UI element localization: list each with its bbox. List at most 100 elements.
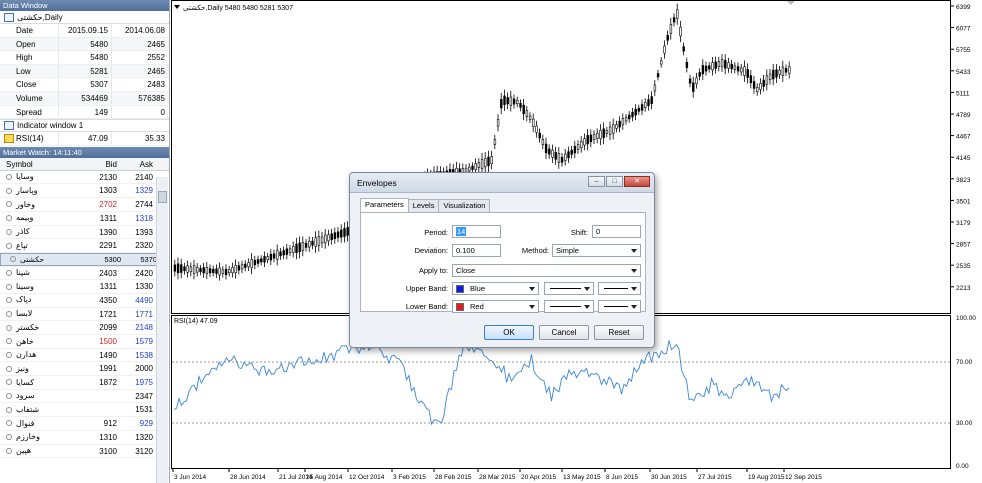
- table-row[interactable]: هپین 3100 3120: [0, 445, 169, 459]
- table-row[interactable]: کسایا 1872 1975: [0, 376, 169, 390]
- lower-band-width-select[interactable]: [598, 300, 641, 313]
- candle-body: [570, 149, 573, 155]
- candle-body: [314, 237, 317, 247]
- candle-body: [180, 264, 183, 273]
- candle-body: [605, 130, 609, 134]
- candle-body: [196, 267, 199, 273]
- table-row[interactable]: سرود 2347: [0, 390, 169, 404]
- market-watch-header[interactable]: Symbol Bid Ask: [0, 157, 169, 171]
- close-button[interactable]: ✕: [624, 176, 650, 187]
- tab-parameters[interactable]: Parameters: [360, 198, 409, 212]
- candle-body: [740, 67, 743, 73]
- status-dot-icon: [6, 324, 12, 331]
- upper-band-width-select[interactable]: [598, 282, 641, 295]
- lower-band-style-select[interactable]: [544, 300, 594, 313]
- date-tick-label: 25 Aug 2014: [306, 474, 343, 481]
- table-row[interactable]: شپنا 2403 2420: [0, 267, 169, 281]
- candle-body: [762, 79, 765, 87]
- price-tick-label: 6399: [956, 4, 971, 11]
- date-tick-label: 27 Jul 2015: [698, 474, 732, 481]
- maximize-button[interactable]: □: [606, 176, 623, 187]
- candle-body: [544, 143, 548, 154]
- method-select[interactable]: Simple: [552, 244, 641, 257]
- candle-body: [698, 72, 701, 77]
- table-row[interactable]: وسینا 1311 1330: [0, 280, 169, 294]
- upper-band-style-select[interactable]: [544, 282, 594, 295]
- tab-visualization[interactable]: Visualization: [438, 199, 491, 212]
- line-style-preview: [550, 288, 581, 289]
- lower-band-color-select[interactable]: Red: [452, 300, 539, 313]
- candle-body: [477, 162, 481, 169]
- table-row[interactable]: ونیز 1991 2000: [0, 362, 169, 377]
- candle-body: [282, 250, 285, 256]
- candle-body: [589, 134, 593, 143]
- candle-body: [324, 234, 327, 244]
- table-row[interactable]: وخاور 2702 2744: [0, 198, 169, 212]
- candle-body: [711, 62, 714, 71]
- table-row[interactable]: کاذر 1390 1393: [0, 226, 169, 240]
- tab-levels[interactable]: Levels: [407, 199, 440, 212]
- price-tick-label: 5111: [956, 90, 970, 97]
- table-row[interactable]: وسایا 2130 2140: [0, 171, 169, 185]
- table-row[interactable]: لابسا 1721 1771: [0, 308, 169, 322]
- indicator-window-row: Indicator window 1: [0, 119, 169, 133]
- table-row[interactable]: تپاع 2291 2320: [0, 239, 169, 253]
- status-dot-icon: [10, 256, 16, 263]
- candle-body: [247, 262, 250, 268]
- candle-body: [234, 264, 237, 274]
- chevron-down-icon: [631, 249, 637, 253]
- ok-button[interactable]: OK: [484, 325, 534, 340]
- date-tick-label: 28 Jun 2014: [230, 474, 266, 481]
- indicator-window-icon: [4, 121, 14, 131]
- price-tick-label: 4467: [956, 134, 971, 141]
- table-row[interactable]: حکشتی 5300 5370: [0, 252, 161, 266]
- apply-to-select[interactable]: Close: [452, 264, 641, 277]
- status-dot-icon: [6, 352, 12, 359]
- minimize-button[interactable]: –: [588, 176, 605, 187]
- rsi-tick-label: 30.00: [956, 420, 973, 427]
- candle-body: [695, 77, 698, 85]
- reset-button[interactable]: Reset: [594, 325, 644, 340]
- candle-body: [215, 268, 218, 274]
- cancel-button[interactable]: Cancel: [539, 325, 589, 340]
- market-watch-scrollbar[interactable]: [156, 177, 168, 483]
- candle-body: [708, 65, 711, 70]
- table-row[interactable]: شتفاب 1531: [0, 403, 169, 418]
- price-tick-label: 4789: [956, 112, 971, 119]
- status-dot-icon: [6, 447, 12, 454]
- data-window-row: Close 5307 2483: [0, 78, 169, 92]
- data-window-title: Data Window: [0, 0, 169, 11]
- data-window-symbol: حکشتی,Daily: [0, 11, 169, 24]
- candle-body: [692, 82, 695, 92]
- market-watch-title: Market Watch: 14:11:40: [0, 146, 169, 158]
- table-row[interactable]: خکستر 2099 2148: [0, 321, 169, 335]
- candle-body: [688, 78, 692, 84]
- candle-body: [484, 158, 487, 168]
- table-row[interactable]: وپاسار 1303 1329: [0, 184, 169, 199]
- table-row[interactable]: هدارن 1490 1538: [0, 349, 169, 363]
- candle-body: [522, 104, 525, 115]
- table-row[interactable]: دپاک 4350 4490: [0, 294, 169, 308]
- candle-body: [679, 26, 682, 37]
- table-row[interactable]: فنوال 912 929: [0, 417, 169, 431]
- candle-body: [720, 59, 724, 67]
- candle-body: [759, 83, 762, 90]
- candle-body: [717, 61, 721, 67]
- upper-band-color-select[interactable]: Blue: [452, 282, 539, 295]
- table-row[interactable]: وبیمه 1311 1318: [0, 212, 169, 226]
- period-input[interactable]: 14: [452, 225, 501, 238]
- dialog-tabs: Parameters Levels Visualization: [360, 198, 491, 213]
- table-row[interactable]: خاهن 1500 1579: [0, 335, 169, 349]
- candle-body: [666, 34, 669, 41]
- table-row[interactable]: وخارزم 1310 1320: [0, 431, 169, 445]
- status-dot-icon: [6, 174, 12, 181]
- scrollbar-thumb[interactable]: [158, 191, 167, 203]
- candle-body: [596, 132, 599, 139]
- candle-body: [576, 144, 580, 150]
- candle-body: [669, 24, 673, 34]
- candle-body: [599, 130, 602, 140]
- deviation-input[interactable]: 0.100: [452, 244, 501, 257]
- candle-body: [564, 153, 567, 161]
- shift-input[interactable]: 0: [592, 225, 641, 238]
- candle-body: [631, 111, 634, 118]
